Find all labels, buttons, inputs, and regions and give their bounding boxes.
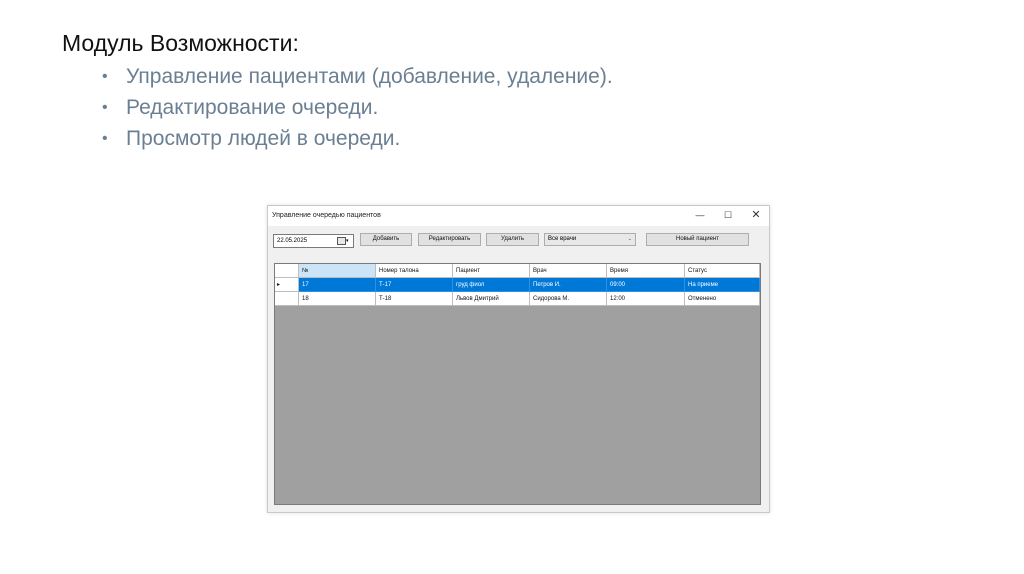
bullet-item: • Просмотр людей в очереди. <box>102 123 613 154</box>
bullet-text: Просмотр людей в очереди. <box>126 127 401 150</box>
chevron-down-icon: ⌄ <box>627 236 632 242</box>
date-value: 22.05.2025 <box>277 238 308 244</box>
calendar-icon[interactable] <box>337 237 346 245</box>
date-picker[interactable]: 22.05.2025 ▾ <box>273 234 354 248</box>
edit-button[interactable]: Редактировать <box>418 233 481 246</box>
bullet-item: • Управление пациентами (добавление, удал… <box>102 61 613 92</box>
table-row[interactable]: 18 Т-18 Львов Дмитрий Сидорова М. 12:00 … <box>275 292 760 306</box>
title-bar[interactable]: Управление очередью пациентов — ☐ ✕ <box>268 206 769 226</box>
table-row[interactable]: ▸ 17 Т-17 груд фиол Петров И. 09:00 На п… <box>275 278 760 292</box>
table-cell[interactable]: Т-17 <box>376 278 453 292</box>
table-cell[interactable]: Львов Дмитрий <box>453 292 530 306</box>
column-header[interactable]: Пациент <box>453 264 530 278</box>
column-header[interactable]: № <box>299 264 376 278</box>
table-cell[interactable]: Отменено <box>685 292 760 306</box>
table-header: № Номер талона Пациент Врач Время Статус <box>275 264 760 278</box>
current-row-marker[interactable]: ▸ <box>275 278 299 292</box>
column-header[interactable]: Время <box>607 264 685 278</box>
minimize-icon[interactable]: — <box>692 208 708 222</box>
column-header[interactable]: Номер талона <box>376 264 453 278</box>
bullet-text: Управление пациентами (добавление, удале… <box>126 65 613 88</box>
slide-heading: Модуль Возможности: <box>62 30 299 56</box>
window-title: Управление очередью пациентов <box>272 212 381 219</box>
bullet-text: Редактирование очереди. <box>126 96 379 119</box>
table-cell[interactable]: Сидорова М. <box>530 292 607 306</box>
bullet-dot: • <box>102 99 108 116</box>
chevron-down-icon[interactable]: ▾ <box>346 235 349 247</box>
doctor-filter-select[interactable]: Все врачи ⌄ <box>544 233 636 246</box>
table-cell[interactable]: 09:00 <box>607 278 685 292</box>
delete-button[interactable]: Удалить <box>486 233 539 246</box>
table-cell[interactable]: груд фиол <box>453 278 530 292</box>
table-cell[interactable]: Петров И. <box>530 278 607 292</box>
table-cell[interactable]: На приеме <box>685 278 760 292</box>
bullet-dot: • <box>102 130 108 147</box>
add-button[interactable]: Добавить <box>360 233 412 246</box>
close-icon[interactable]: ✕ <box>748 208 764 222</box>
maximize-icon[interactable]: ☐ <box>720 208 736 222</box>
column-header[interactable]: Врач <box>530 264 607 278</box>
column-header[interactable]: Статус <box>685 264 760 278</box>
bullet-list: • Управление пациентами (добавление, удал… <box>102 61 613 154</box>
table-cell[interactable]: 12:00 <box>607 292 685 306</box>
table-cell[interactable]: 18 <box>299 292 376 306</box>
table-cell[interactable]: Т-18 <box>376 292 453 306</box>
row-header[interactable] <box>275 292 299 306</box>
table-cell[interactable]: 17 <box>299 278 376 292</box>
doctor-filter-value: Все врачи <box>548 236 577 242</box>
queue-table[interactable]: № Номер талона Пациент Врач Время Статус… <box>274 263 761 505</box>
app-window: Управление очередью пациентов — ☐ ✕ 22.0… <box>267 205 770 513</box>
bullet-item: • Редактирование очереди. <box>102 92 613 123</box>
bullet-dot: • <box>102 68 108 85</box>
new-patient-button[interactable]: Новый пациент <box>646 233 749 246</box>
row-header-corner[interactable] <box>275 264 299 278</box>
